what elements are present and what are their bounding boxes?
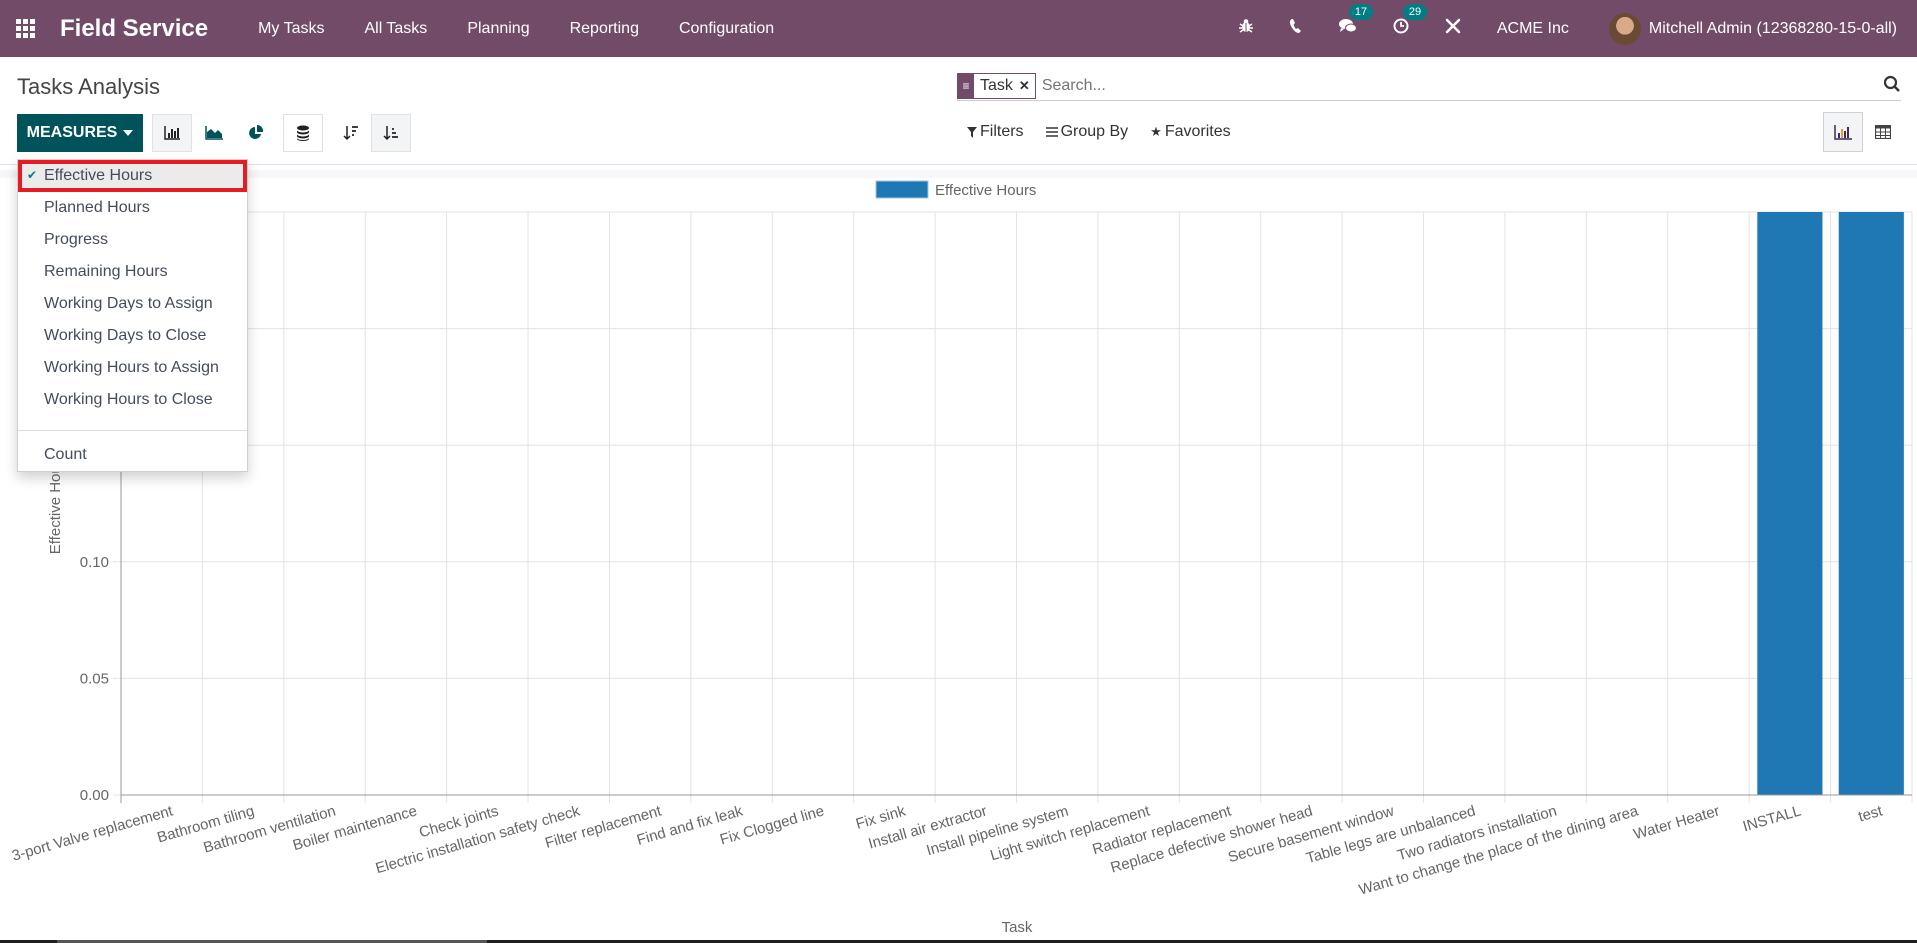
measure-label: Count (44, 446, 87, 464)
menu-configuration[interactable]: Configuration (679, 20, 774, 38)
phone-icon[interactable] (1289, 18, 1303, 39)
bug-icon[interactable] (1239, 18, 1253, 39)
x-tick-label: test (1856, 802, 1885, 825)
chart-top-band (0, 170, 1917, 178)
measure-remaining-hours[interactable]: Remaining Hours (18, 256, 247, 288)
measure-label: Remaining Hours (44, 263, 168, 281)
y-tick-label: 0.00 (80, 787, 109, 804)
search-icon[interactable] (1883, 75, 1901, 93)
pie-chart-button[interactable] (236, 114, 276, 152)
group-by-button[interactable]: Group By (1046, 123, 1129, 141)
menu-reporting[interactable]: Reporting (570, 20, 639, 38)
control-panel: Tasks Analysis MEASURES ≡ Task ✕ Filters (0, 57, 1917, 165)
measure-count[interactable]: Count (18, 439, 247, 471)
search-options: Filters Group By ★ Favorites (967, 123, 1231, 141)
check-icon: ✔ (27, 168, 37, 182)
page-title: Tasks Analysis (17, 74, 160, 100)
stacked-toggle-button[interactable] (283, 114, 323, 152)
dropdown-divider (18, 430, 247, 431)
search-input[interactable] (1042, 77, 1901, 95)
filters-button[interactable]: Filters (967, 123, 1024, 141)
menu-my-tasks[interactable]: My Tasks (258, 20, 324, 38)
y-tick-label: 0.05 (80, 670, 109, 687)
menu-planning[interactable]: Planning (467, 20, 529, 38)
company-switcher[interactable]: ACME Inc (1497, 20, 1569, 38)
top-navbar: Field Service My Tasks All Tasks Plannin… (0, 0, 1917, 57)
measure-progress[interactable]: Progress (18, 224, 247, 256)
measure-label: Effective Hours (44, 167, 152, 185)
database-icon (296, 125, 310, 141)
area-chart-icon (205, 126, 223, 140)
bars-icon (1046, 127, 1058, 137)
bar-chart-icon (164, 126, 180, 140)
measure-label: Progress (44, 231, 108, 249)
bar[interactable] (1839, 212, 1904, 795)
apps-grid-icon[interactable] (16, 18, 38, 40)
measure-planned-hours[interactable]: Planned Hours (18, 192, 247, 224)
chat-icon[interactable]: 17 (1339, 18, 1357, 39)
bar-chart-button[interactable] (152, 114, 192, 152)
measure-label: Working Hours to Assign (44, 359, 219, 377)
filter-icon (967, 127, 977, 138)
sort-ascending-button[interactable] (371, 114, 411, 152)
measure-label: Working Days to Close (44, 327, 206, 345)
measure-working-days-to-close[interactable]: Working Days to Close (18, 320, 247, 352)
favorites-button[interactable]: ★ Favorites (1150, 123, 1230, 141)
caret-down-icon (123, 130, 133, 136)
measure-label: Working Days to Assign (44, 295, 213, 313)
measure-effective-hours[interactable]: ✔ Effective Hours (18, 160, 247, 192)
x-tick-label: INSTALL (1741, 803, 1803, 836)
bar-chart: 0.000.050.100.150.200.253-port Valve rep… (0, 166, 1917, 943)
remove-facet-icon[interactable]: ✕ (1019, 78, 1035, 94)
x-tick-label: Water Heater (1632, 803, 1722, 844)
favorites-label: Favorites (1165, 123, 1231, 141)
legend-swatch[interactable] (876, 181, 928, 198)
measure-working-hours-to-assign[interactable]: Working Hours to Assign (18, 352, 247, 384)
search-facet: ≡ Task ✕ (957, 73, 1036, 99)
x-axis-label: Task (1002, 919, 1033, 936)
measure-working-hours-to-close[interactable]: Working Hours to Close (18, 384, 247, 416)
pie-chart-icon (248, 125, 264, 141)
measures-button[interactable]: MEASURES (17, 114, 143, 152)
sort-asc-icon (383, 125, 399, 141)
graph-view-button[interactable] (1823, 112, 1863, 152)
measure-label: Working Hours to Close (44, 391, 213, 409)
x-tick-label: 3-port Valve replacement (10, 802, 176, 864)
graph-view-icon (1834, 125, 1852, 140)
measure-working-days-to-assign[interactable]: Working Days to Assign (18, 288, 247, 320)
clock-icon[interactable]: 29 (1393, 18, 1409, 39)
menu-all-tasks[interactable]: All Tasks (364, 20, 427, 38)
app-name[interactable]: Field Service (60, 15, 208, 43)
user-menu[interactable]: Mitchell Admin (12368280-15-0-all) (1649, 20, 1897, 38)
messages-badge: 17 (1349, 4, 1373, 20)
group-by-label: Group By (1061, 123, 1129, 141)
star-icon: ★ (1150, 124, 1162, 140)
view-switcher (1823, 112, 1903, 152)
pivot-view-button[interactable] (1863, 112, 1903, 152)
user-avatar[interactable] (1609, 13, 1641, 45)
line-chart-button[interactable] (194, 114, 234, 152)
legend-label[interactable]: Effective Hours (935, 182, 1036, 199)
measures-dropdown: ✔ Effective Hours Planned Hours Progress… (17, 159, 248, 472)
measure-label: Planned Hours (44, 199, 150, 217)
y-tick-label: 0.10 (80, 554, 109, 571)
facet-value: Task (974, 77, 1019, 95)
activities-badge: 29 (1403, 4, 1427, 20)
group-by-icon: ≡ (958, 74, 974, 98)
search-bar: ≡ Task ✕ (957, 71, 1901, 101)
bar[interactable] (1757, 212, 1822, 795)
filters-label: Filters (980, 123, 1024, 141)
table-icon (1875, 125, 1891, 139)
graph-container: 0.000.050.100.150.200.253-port Valve rep… (0, 166, 1917, 943)
sort-desc-icon (343, 125, 359, 141)
sort-descending-button[interactable] (331, 114, 371, 152)
tools-icon[interactable] (1445, 18, 1461, 39)
measures-label: MEASURES (27, 124, 118, 142)
